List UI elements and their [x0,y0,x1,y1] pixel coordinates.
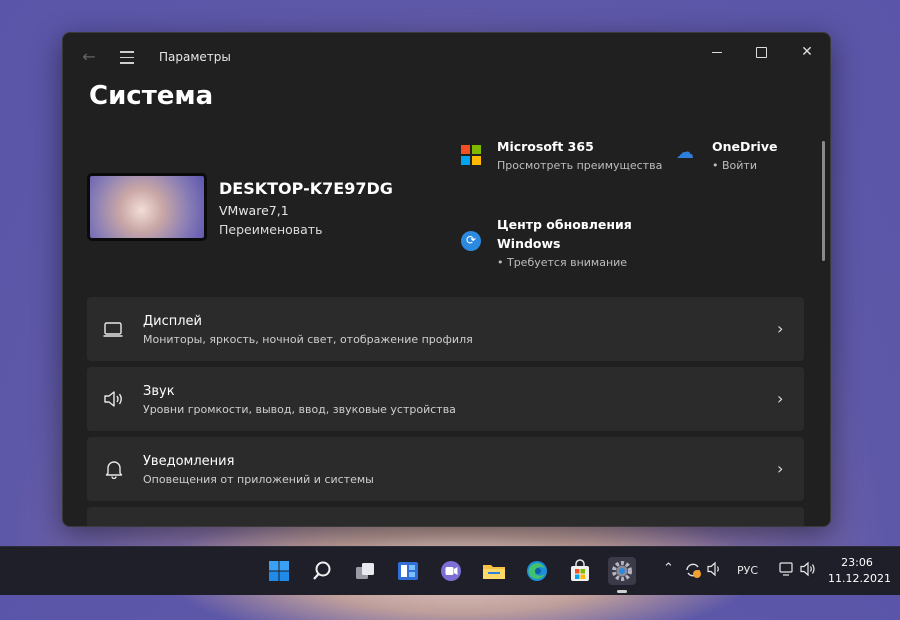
close-icon: ✕ [801,44,813,60]
edge-browser-icon[interactable] [523,557,551,585]
settings-item-notifications[interactable]: Уведомления Оповещения от приложений и с… [87,437,804,501]
maximize-button[interactable] [739,37,783,67]
title-bar: ← Параметры ✕ [63,33,830,81]
settings-item-sound[interactable]: Звук Уровни громкости, вывод, ввод, звук… [87,367,804,431]
taskbar: ⌃ РУС 23:06 11.12.2021 [0,546,900,595]
device-wallpaper-thumbnail [87,173,207,241]
clock-date: 11.12.2021 [828,572,891,585]
quick-link-subtitle: Просмотреть преимущества [497,159,663,172]
settings-item-description: Мониторы, яркость, ночной свет, отображе… [143,333,473,346]
onedrive-link[interactable]: ☁ OneDrive • Войти [676,137,796,177]
windows-update-link[interactable]: ⟳ Центр обновления Windows • Требуется в… [461,215,661,275]
settings-item-description: Уровни громкости, вывод, ввод, звуковые … [143,403,456,416]
active-app-indicator [617,590,627,593]
minimize-button[interactable] [695,37,739,67]
back-arrow-icon[interactable]: ← [79,47,99,67]
volume-icon[interactable] [707,561,723,580]
quick-link-subtitle: • Войти [712,159,757,172]
maximize-icon [755,46,767,58]
bell-icon [103,459,125,480]
settings-item-title: Дисплей [143,314,203,329]
start-windows-icon[interactable] [265,557,293,585]
device-name: DESKTOP-K7E97DG [219,179,393,198]
search-icon[interactable] [308,557,336,585]
language-indicator[interactable]: РУС [737,564,758,577]
settings-window: ← Параметры ✕ Система DESKTOP-K7E97DG VM… [62,32,831,527]
quick-link-title-line2: Windows [497,236,561,251]
teams-chat-icon[interactable] [437,557,465,585]
clock[interactable]: 23:06 11.12.2021 [828,555,891,587]
close-button[interactable]: ✕ [785,37,829,67]
settings-item-title: Уведомления [143,454,235,469]
minimize-icon [712,51,722,53]
settings-item-title: Звук [143,384,175,399]
scrollbar[interactable] [822,141,825,261]
hamburger-menu-icon[interactable] [117,47,137,67]
device-model: VMware7,1 [219,203,289,218]
onedrive-cloud-icon: ☁ [676,142,694,163]
settings-item-display[interactable]: Дисплей Мониторы, яркость, ночной свет, … [87,297,804,361]
display-icon [103,319,125,339]
clock-time: 23:06 [841,556,873,569]
quick-link-subtitle: • Требуется внимание [497,256,628,269]
chevron-right-icon: › [777,389,784,408]
widgets-icon[interactable] [394,557,422,585]
microsoft-logo-icon [461,145,481,165]
file-explorer-icon[interactable] [480,557,508,585]
windows-update-icon: ⟳ [461,231,481,251]
speaker-icon [103,389,125,409]
chevron-up-icon[interactable]: ⌃ [663,561,674,576]
network-icon[interactable] [778,561,794,580]
page-title: Система [89,81,214,111]
settings-item-description: Оповещения от приложений и системы [143,473,374,486]
sync-warning-icon[interactable] [684,561,702,582]
quick-link-title: OneDrive [712,139,778,154]
task-view-icon[interactable] [351,557,379,585]
app-title: Параметры [159,50,231,64]
microsoft-365-link[interactable]: Microsoft 365 Просмотреть преимущества [461,137,663,177]
settings-item-next[interactable] [87,507,804,526]
quick-link-title: Microsoft 365 [497,139,594,154]
rename-link[interactable]: Переименовать [219,222,322,237]
chevron-right-icon: › [777,459,784,478]
settings-gear-icon[interactable] [608,557,636,585]
speaker-tray-icon[interactable] [800,561,818,580]
microsoft-store-icon[interactable] [566,557,594,585]
quick-link-title-line1: Центр обновления [497,217,632,232]
chevron-right-icon: › [777,319,784,338]
